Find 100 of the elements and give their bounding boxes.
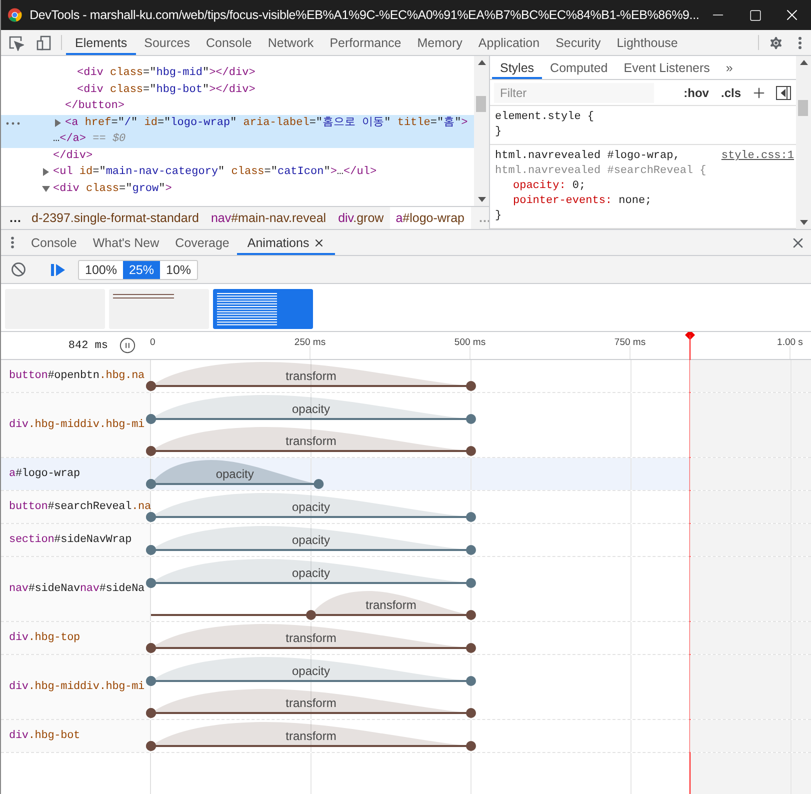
selected-dom-node[interactable]: <a href="/" id="logo-wrap" aria-label="홈으로 이동" title="홈"> …</a> == $0 — [1, 114, 474, 148]
scrollbar[interactable] — [796, 56, 811, 229]
animation-bar[interactable] — [146, 676, 476, 686]
property-label: transform — [286, 631, 336, 645]
property-label: transform — [286, 696, 336, 710]
panel-tab[interactable]: Console — [198, 30, 260, 55]
animation-bar[interactable] — [151, 610, 476, 620]
animation-bar[interactable] — [146, 446, 476, 456]
element-label[interactable]: div.hbg-bot — [9, 730, 80, 742]
time-tick: 250 ms — [294, 337, 326, 348]
clear-icon[interactable] — [9, 262, 27, 277]
panel-tab[interactable]: Elements — [66, 30, 136, 55]
element-label[interactable]: div.hbg-middiv.hbg-mi — [9, 419, 144, 431]
expand-arrow-icon[interactable] — [42, 168, 50, 176]
css-brace: } — [495, 209, 503, 224]
element-label[interactable]: div.hbg-middiv.hbg-mi — [9, 681, 144, 693]
property-label: opacity — [292, 533, 330, 547]
property-label: transform — [366, 598, 416, 612]
breadcrumb[interactable]: d-2397.single-format-standard — [26, 207, 205, 229]
property-label: opacity — [292, 664, 330, 678]
animation-bar[interactable] — [146, 414, 476, 424]
animation-bar[interactable] — [146, 381, 476, 391]
property-label: opacity — [292, 402, 330, 416]
drawer-tab[interactable]: What's New — [84, 230, 168, 255]
element-label[interactable]: nav#sideNavnav#sideNa — [9, 583, 144, 595]
speed-button[interactable]: 25% — [122, 260, 160, 278]
property-label: opacity — [292, 500, 330, 514]
dom-markup: <div class="hbg-mid"></div> — [77, 66, 256, 81]
time-tick: 750 ms — [614, 337, 646, 348]
time-tick: 500 ms — [454, 337, 486, 348]
filter-field[interactable]: Filter — [494, 82, 654, 103]
sidebar-tab[interactable]: Event Listeners — [616, 56, 718, 80]
preview-lines-drawing — [113, 293, 174, 299]
breadcrumb[interactable]: div.grow — [332, 207, 390, 229]
scroll-thumb[interactable] — [798, 100, 808, 116]
panel-tab[interactable]: Memory — [409, 30, 470, 55]
property-label: transform — [286, 369, 336, 383]
breadcrumb[interactable]: a#logo-wrap — [390, 207, 470, 229]
animation-bar[interactable] — [146, 708, 476, 718]
element-label[interactable]: a#logo-wrap — [9, 468, 80, 480]
dom-markup: …</a> == $0 — [52, 132, 127, 147]
expand-arrow-icon[interactable] — [42, 184, 50, 192]
time-tick: 1.00 s — [777, 337, 803, 348]
panel-tab[interactable]: Performance — [322, 30, 410, 55]
playhead[interactable] — [684, 332, 696, 794]
animation-bar[interactable] — [146, 643, 476, 653]
sidebar-tab[interactable]: Computed — [542, 56, 616, 80]
dom-markup: </button> — [65, 99, 124, 114]
browser-logo-icon — [8, 7, 22, 23]
scroll-up-icon[interactable] — [478, 60, 486, 65]
toggle-button[interactable]: .cls — [718, 86, 744, 100]
panel-tab[interactable]: Lighthouse — [608, 30, 686, 55]
window-title: DevTools - marshall-ku.com/web/tips/focus-visible%EB%A1%9C-%EC%A0%91%EA%B7%BC%EC%84%B1-%EB%86%9... — [30, 8, 700, 22]
css-declaration: opacity: 0; — [512, 179, 587, 194]
css-brace: } — [495, 125, 503, 140]
panel-tab[interactable]: Security — [548, 30, 609, 55]
animation-bar[interactable] — [146, 741, 476, 751]
breadcrumb-overflow[interactable]: … — [1, 207, 26, 229]
animation-bar[interactable] — [146, 578, 476, 588]
more-icon[interactable] — [6, 122, 20, 124]
time-tick: 0 — [150, 337, 156, 348]
maximize-icon[interactable] — [748, 8, 762, 22]
source-link[interactable]: style.css:1 — [721, 149, 794, 164]
close-icon[interactable] — [313, 236, 326, 248]
breadcrumb[interactable]: nav#main-nav.reveal — [204, 207, 332, 229]
expand-arrow-icon[interactable] — [54, 118, 62, 126]
scroll-thumb[interactable] — [476, 96, 486, 112]
scrollbar[interactable] — [474, 56, 489, 206]
more-tabs-button[interactable]: » — [718, 56, 741, 80]
panel-tab[interactable]: Application — [470, 30, 548, 55]
scroll-up-icon[interactable] — [800, 60, 808, 65]
animation-preview[interactable] — [109, 289, 209, 329]
panel-tab[interactable]: Sources — [136, 30, 198, 55]
property-label: transform — [286, 434, 336, 448]
animation-bar[interactable] — [146, 545, 476, 555]
animation-bar[interactable] — [146, 512, 476, 522]
dom-markup: <div class="hbg-bot"></div> — [77, 82, 256, 98]
preview-lines-drawing — [217, 293, 277, 326]
scroll-down-icon[interactable] — [800, 220, 808, 225]
drawer-tab[interactable]: Console — [23, 230, 85, 255]
sidebar-toggle-icon[interactable] — [774, 86, 792, 100]
animation-preview[interactable] — [213, 289, 313, 329]
dom-markup: <ul id="main-nav-category" class="catIcon">…</ul> — [53, 165, 377, 180]
current-time: 842 ms — [68, 340, 108, 352]
property-label: transform — [286, 729, 336, 743]
dom-markup: <div class="grow"> — [53, 182, 172, 196]
toggle-button[interactable]: :hov — [680, 86, 712, 100]
panel-tab[interactable]: Network — [260, 30, 322, 55]
scroll-down-icon[interactable] — [478, 197, 486, 202]
drawer-tab[interactable]: Coverage — [167, 230, 238, 255]
css-selector: html.navrevealed #searchReveal { — [495, 164, 706, 179]
css-declaration: pointer-events: none; — [512, 194, 653, 209]
pause-icon[interactable] — [118, 337, 136, 354]
css-selector: html.navrevealed #logo-wrap, — [495, 149, 680, 164]
dom-markup: <a href="/" id="logo-wrap" aria-label="홈으로 이동" title="홈"> — [65, 116, 468, 130]
animation-bar[interactable] — [146, 479, 324, 489]
property-label: opacity — [292, 566, 330, 580]
sidebar-tab[interactable]: Styles — [492, 56, 542, 80]
element-label[interactable]: div.hbg-top — [9, 632, 80, 644]
property-label: opacity — [216, 467, 254, 481]
